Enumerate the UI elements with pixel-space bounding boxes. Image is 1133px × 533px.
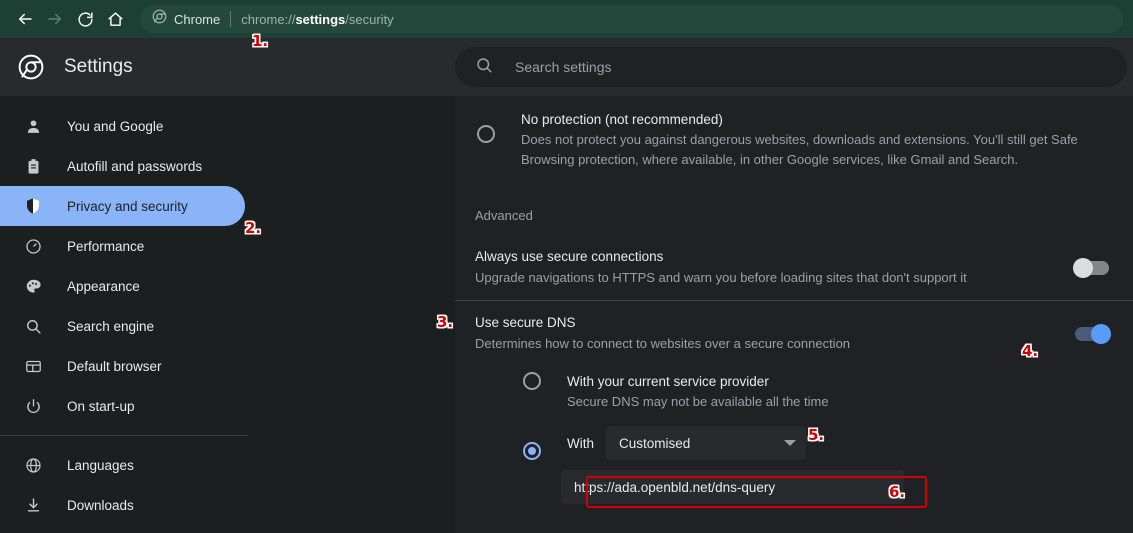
sidebar-item-you-and-google[interactable]: You and Google [0,106,245,146]
row-always-use-secure-connections[interactable]: Always use secure connections Upgrade na… [455,235,1133,300]
clipboard-icon [22,155,44,177]
sidebar-item-downloads[interactable]: Downloads [0,485,245,525]
sidebar-item-on-start-up[interactable]: On start-up [0,386,245,426]
no-protection-desc-line1: Does not protect you against dangerous w… [521,132,1078,147]
speedometer-icon [22,235,44,257]
url-emphasis: settings [295,11,346,27]
sidebar-item-label: Autofill and passwords [67,158,203,174]
magnifier-icon [22,315,44,337]
sidebar-item-label: Search engine [67,318,155,334]
option-no-protection[interactable]: No protection (not recommended) Does not… [455,96,1133,186]
search-icon [475,56,493,79]
sidebar-item-label: Languages [67,457,134,473]
chrome-logo-icon [152,9,167,29]
forward-button[interactable] [40,4,70,34]
with-label: With [567,435,594,451]
advanced-section-label: Advanced [475,208,533,223]
annotation-marker-3: 3. [437,313,454,331]
site-chip-label: Chrome [174,11,221,27]
download-icon [22,494,44,516]
reload-button[interactable] [70,4,100,34]
current-provider-desc: Secure DNS may not be available all the … [567,394,829,409]
sidebar-item-label: You and Google [67,118,164,134]
sidebar-item-default-browser[interactable]: Default browser [0,346,245,386]
address-bar[interactable]: Chrome chrome://settings/security [140,5,1123,33]
current-provider-title: With your current service provider [567,374,769,389]
url-prefix: chrome:// [241,11,296,27]
sidebar-item-label: On start-up [67,398,135,414]
chevron-down-icon [784,440,796,446]
sidebar-item-label: Appearance [67,278,140,294]
secure-connections-desc: Upgrade navigations to HTTPS and warn yo… [475,270,967,285]
person-icon [22,115,44,137]
power-icon [22,395,44,417]
no-protection-title: No protection (not recommended) [521,112,723,127]
chrome-logo-icon [18,54,44,80]
shield-icon [22,195,44,217]
dns-provider-dropdown[interactable]: Customised [606,426,806,460]
toggle-knob [1091,323,1111,344]
annotation-marker-6: 6. [889,483,906,501]
site-chip[interactable]: Chrome [152,9,220,29]
home-button[interactable] [100,4,130,34]
palette-icon [22,275,44,297]
settings-header: Settings Search settings [0,38,1133,96]
sidebar-item-search-engine[interactable]: Search engine [0,306,245,346]
sidebar-item-appearance[interactable]: Appearance [0,266,245,306]
secure-connections-toggle[interactable] [1073,257,1109,278]
sidebar-item-performance[interactable]: Performance [0,226,245,266]
secure-dns-toggle[interactable] [1075,323,1111,344]
no-protection-radio[interactable] [477,125,495,143]
no-protection-desc-line2: Browsing protection, where available, in… [521,152,1019,167]
home-icon [107,11,124,28]
sidebar-item-label: Performance [67,238,145,254]
address-bar-url[interactable]: chrome://settings/security [241,12,393,27]
option-current-service-provider[interactable]: With your current service provider Secur… [455,366,1133,412]
custom-provider-radio[interactable] [523,441,541,460]
annotation-highlight-box [586,476,927,508]
annotation-marker-4: 4. [1022,342,1039,360]
omnibox-divider [230,11,232,27]
reload-icon [77,11,94,28]
secure-dns-title: Use secure DNS [475,315,576,330]
dns-provider-value: Customised [619,435,691,451]
globe-icon [22,454,44,476]
back-arrow-icon [16,10,34,28]
settings-sidebar: You and Google Autofill and passwords Pr… [0,96,455,533]
secure-connections-title: Always use secure connections [475,249,664,264]
browser-window-icon [22,355,44,377]
back-button[interactable] [10,4,40,34]
current-provider-radio[interactable] [523,372,541,390]
option-custom-provider[interactable]: With Customised [455,412,1133,460]
annotation-marker-1: 1. [252,32,269,50]
sidebar-item-label: Privacy and security [67,198,188,214]
settings-content: No protection (not recommended) Does not… [455,96,1133,533]
search-settings-bar[interactable]: Search settings [455,47,1127,87]
settings-body: You and Google Autofill and passwords Pr… [0,96,1133,533]
sidebar-divider [0,435,248,436]
page-title: Settings [64,56,133,77]
browser-toolbar: Chrome chrome://settings/security [0,0,1133,38]
forward-arrow-icon [46,10,64,28]
annotation-marker-2: 2. [245,219,262,237]
url-suffix: /security [345,11,394,27]
secure-dns-desc: Determines how to connect to websites ov… [475,336,851,351]
sidebar-item-label: Downloads [67,497,134,513]
sidebar-item-privacy-and-security[interactable]: Privacy and security [0,186,245,226]
sidebar-item-autofill-and-passwords[interactable]: Autofill and passwords [0,146,245,186]
annotation-marker-5: 5. [808,426,825,444]
search-input[interactable]: Search settings [515,59,612,75]
sidebar-item-label: Default browser [67,358,162,374]
toggle-knob [1073,257,1093,278]
sidebar-item-languages[interactable]: Languages [0,445,245,485]
